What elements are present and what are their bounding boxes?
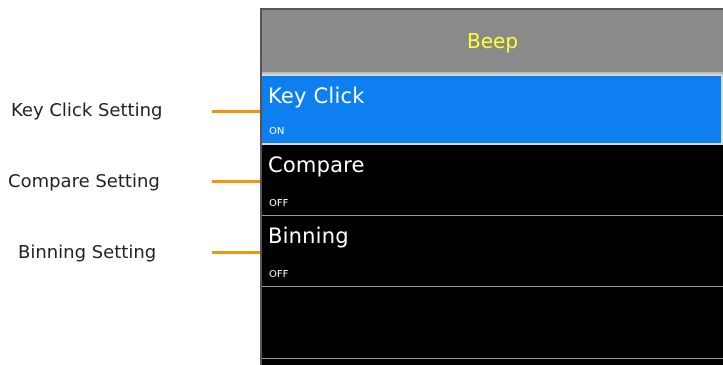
callout-key-click: Key Click Setting <box>11 94 162 126</box>
callout-compare: Compare Setting <box>8 165 160 197</box>
callout-label: Compare Setting <box>8 170 160 192</box>
menu-item-empty <box>262 287 723 359</box>
menu-item-value: OFF <box>269 269 289 280</box>
menu-item-label: Binning <box>268 224 349 248</box>
menu-item-compare[interactable]: Compare OFF <box>262 145 723 216</box>
figure: Key Click Setting Compare Setting Binnin… <box>0 0 723 365</box>
menu-title: Beep <box>466 29 519 53</box>
callout-label: Binning Setting <box>18 241 157 263</box>
menu-item-label: Key Click <box>268 84 365 108</box>
menu-item-binning[interactable]: Binning OFF <box>262 216 723 287</box>
menu-item-key-click[interactable]: Key Click ON <box>262 74 723 145</box>
callout-label: Key Click Setting <box>11 99 163 121</box>
menu-title-bar: Beep <box>262 10 723 74</box>
callout-binning: Binning Setting <box>18 236 156 268</box>
device-screen: Beep Key Click ON Compare OFF Binning OF… <box>260 8 723 365</box>
menu-item-value: ON <box>269 126 285 137</box>
menu-item-value: OFF <box>269 198 289 209</box>
menu-item-label: Compare <box>268 153 365 177</box>
